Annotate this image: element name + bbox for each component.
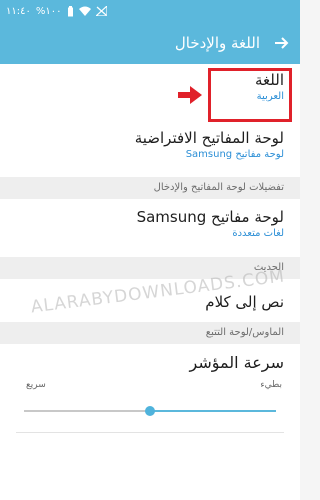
status-time: ١١:٤٠ [6,5,31,17]
fast-label: سريع [26,380,46,390]
wifi-icon [78,6,91,16]
app-bar: اللغة والإدخال [0,22,300,64]
pointer-speed-title: سرعة المؤشر [189,353,284,372]
settings-list: اللغة العربية لوحة المفاتيح الافتراضية ل… [0,64,300,500]
red-arrow-icon [178,86,202,108]
pointer-speed-labels: بطيء سريع [0,380,300,394]
battery-percent: %١٠٠ [35,5,62,17]
highlight-box [208,68,292,122]
no-signal-icon [95,6,107,16]
status-bar: ١١:٤٠ %١٠٠ [0,0,300,22]
slow-label: بطيء [260,380,282,390]
page-title: اللغة والإدخال [174,34,260,52]
slider-fill [150,410,276,412]
back-arrow-icon[interactable] [272,34,290,52]
default-keyboard-title: لوحة المفاتيح الافتراضية [134,129,284,147]
samsung-keyboard-item[interactable]: لوحة مفاتيح Samsung لغات متعددة [0,207,300,251]
pointer-speed-item: سرعة المؤشر [0,353,300,379]
samsung-keyboard-title: لوحة مفاتيح Samsung [136,208,284,226]
section-speech: الحديث [0,257,300,279]
text-to-speech-item[interactable]: نص إلى كلام [0,289,300,319]
text-to-speech-title: نص إلى كلام [205,293,284,311]
divider [16,432,284,433]
slider-thumb[interactable] [145,406,155,416]
default-keyboard-value: لوحة مفاتيح Samsung [185,149,284,160]
status-icons: ١١:٤٠ %١٠٠ [6,5,107,17]
battery-icon [67,5,74,17]
section-mouse-trackpad: الماوس/لوحة التتبع [0,322,300,344]
samsung-keyboard-value: لغات متعددة [232,228,284,239]
pointer-speed-slider[interactable] [24,406,276,416]
section-keyboard-preferences: تفضيلات لوحة المفاتيح والإدخال [0,177,300,199]
default-keyboard-item[interactable]: لوحة المفاتيح الافتراضية لوحة مفاتيح Sam… [0,128,300,172]
